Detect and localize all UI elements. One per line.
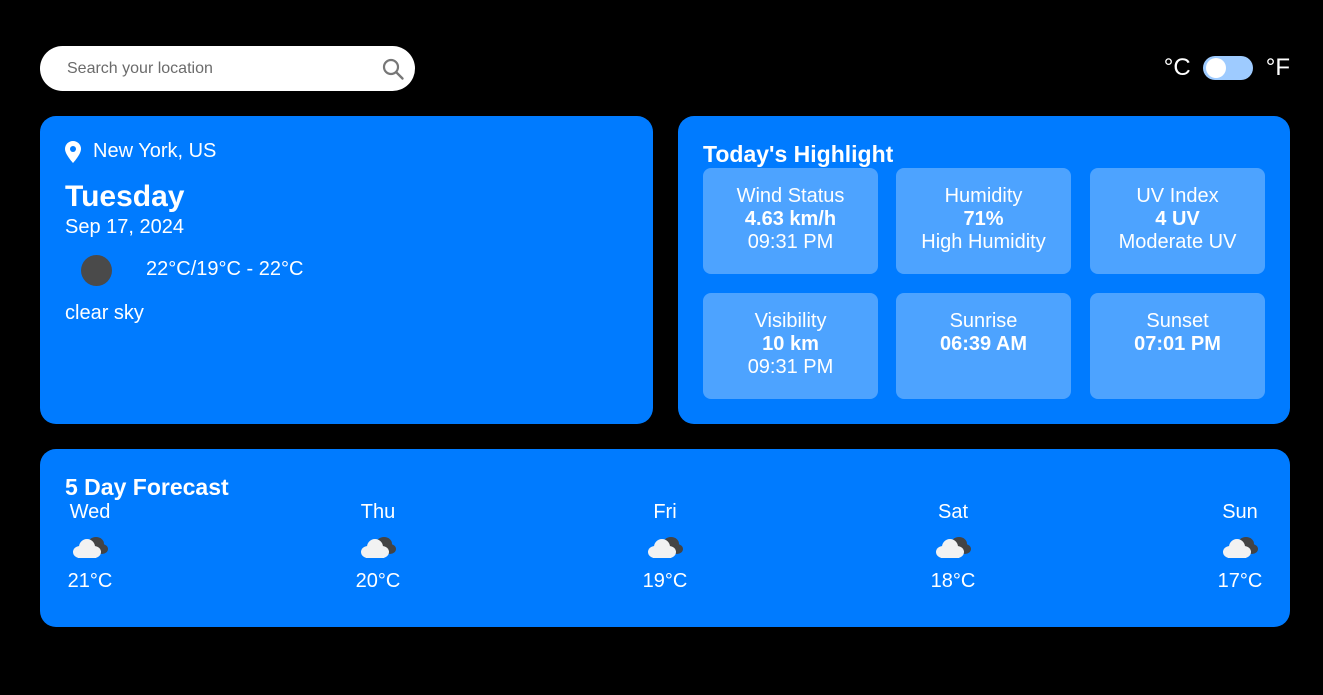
- forecast-day-name: Thu: [360, 501, 396, 523]
- celsius-label: °C: [1163, 54, 1191, 81]
- forecast-card: 5 Day Forecast Wed 21°C Thu 20°C Fri 19°…: [40, 449, 1290, 627]
- tile-sub: 09:31 PM: [747, 231, 834, 253]
- forecast-day-name: Sun: [1222, 501, 1258, 523]
- forecast-day-temp: 20°C: [355, 570, 401, 592]
- cloud-icon: [648, 537, 683, 558]
- cloud-icon: [936, 537, 971, 558]
- forecast-day-temp: 21°C: [67, 570, 113, 592]
- forecast-day: Thu 20°C: [328, 501, 428, 593]
- tile-sub: Moderate UV: [1118, 231, 1237, 253]
- unit-toggle: °C °F: [1164, 54, 1290, 82]
- search-input[interactable]: [65, 57, 369, 81]
- tile-value: 4 UV: [1155, 208, 1200, 230]
- tile-value: 07:01 PM: [1134, 333, 1221, 355]
- moon-icon: [81, 255, 112, 286]
- tile-value: 10 km: [762, 333, 819, 355]
- tile-label: Sunrise: [949, 310, 1018, 332]
- tile-value: 06:39 AM: [939, 333, 1028, 355]
- tile-sub: 09:31 PM: [747, 356, 834, 378]
- highlight-title: Today's Highlight: [703, 141, 894, 167]
- forecast-day: Fri 19°C: [615, 501, 715, 593]
- wind-status-tile: Wind Status 4.63 km/h 09:31 PM: [703, 168, 878, 274]
- tile-value: 71%: [963, 208, 1004, 230]
- search-icon[interactable]: [381, 57, 405, 81]
- current-date: Sep 17, 2024: [65, 216, 184, 238]
- forecast-day-name: Fri: [653, 501, 677, 523]
- forecast-day-temp: 17°C: [1217, 570, 1263, 592]
- cloud-icon: [1223, 537, 1258, 558]
- forecast-title: 5 Day Forecast: [65, 474, 229, 500]
- top-bar: °C °F: [40, 46, 1290, 91]
- sunset-tile: Sunset 07:01 PM: [1090, 293, 1265, 399]
- tile-label: UV Index: [1136, 185, 1219, 207]
- forecast-day-temp: 19°C: [642, 570, 688, 592]
- tile-label: Sunset: [1146, 310, 1209, 332]
- cloud-icon: [73, 537, 108, 558]
- current-temperatures: 22°C/19°C - 22°C: [146, 258, 304, 280]
- forecast-day: Wed 21°C: [40, 501, 140, 593]
- location-name: New York, US: [93, 140, 217, 162]
- switch-knob: [1205, 58, 1226, 78]
- forecast-day: Sat 18°C: [903, 501, 1003, 593]
- forecast-day: Sun 17°C: [1190, 501, 1290, 593]
- current-weather-card: New York, US Tuesday Sep 17, 2024 22°C/1…: [40, 116, 653, 424]
- tile-label: Humidity: [944, 185, 1023, 207]
- tile-value: 4.63 km/h: [744, 208, 837, 230]
- tile-label: Visibility: [754, 310, 827, 332]
- forecast-day-name: Wed: [69, 501, 111, 523]
- visibility-tile: Visibility 10 km 09:31 PM: [703, 293, 878, 399]
- location: New York, US: [65, 140, 216, 163]
- unit-switch[interactable]: [1202, 56, 1253, 80]
- weather-condition: clear sky: [65, 302, 144, 324]
- location-pin-icon: [65, 140, 81, 163]
- highlight-card: Today's Highlight Wind Status 4.63 km/h …: [678, 116, 1290, 424]
- cloud-icon: [361, 537, 396, 558]
- tile-label: Wind Status: [736, 185, 845, 207]
- search-box[interactable]: [40, 46, 415, 91]
- forecast-day-temp: 18°C: [930, 570, 976, 592]
- forecast-day-name: Sat: [937, 501, 969, 523]
- humidity-tile: Humidity 71% High Humidity: [896, 168, 1071, 274]
- fahrenheit-label: °F: [1265, 54, 1290, 81]
- current-day: Tuesday: [65, 180, 185, 213]
- tile-sub: High Humidity: [921, 231, 1046, 253]
- sunrise-tile: Sunrise 06:39 AM: [896, 293, 1071, 399]
- uv-index-tile: UV Index 4 UV Moderate UV: [1090, 168, 1265, 274]
